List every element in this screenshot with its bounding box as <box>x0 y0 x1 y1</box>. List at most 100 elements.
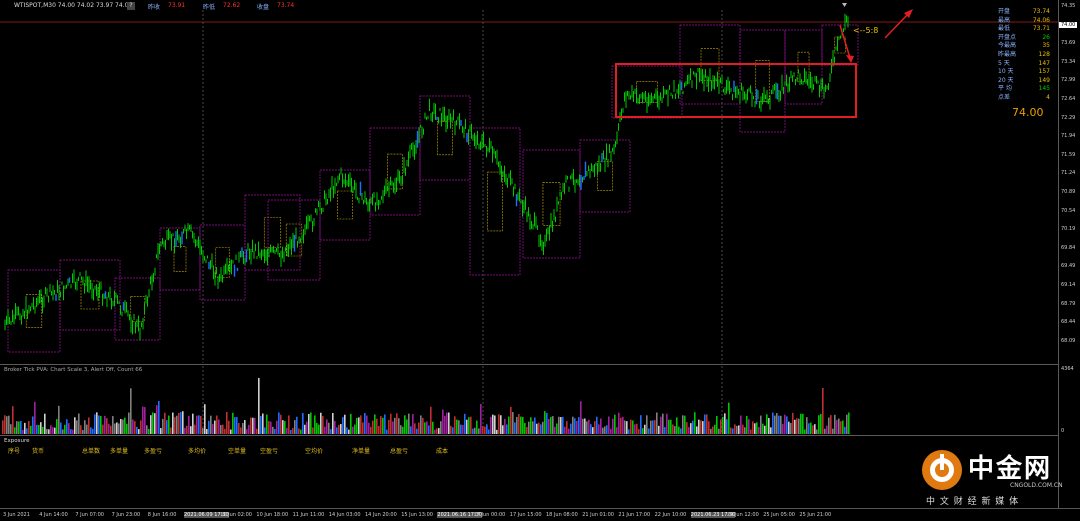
volume-bar <box>150 415 152 434</box>
indicator-axis-bottom: 0 <box>1061 428 1065 434</box>
volume-bar <box>626 421 628 434</box>
stats-label: 最高 <box>998 16 1011 24</box>
price-tick: 68.44 <box>1061 319 1076 326</box>
stats-label: 今最高 <box>998 42 1017 50</box>
volume-bar <box>402 426 404 434</box>
volume-bar <box>48 429 50 434</box>
volume-bar <box>272 426 274 434</box>
volume-bar <box>130 388 132 434</box>
volume-bar <box>496 429 498 434</box>
volume-bar <box>108 423 110 434</box>
inner-box <box>130 296 145 322</box>
volume-bar <box>688 427 690 434</box>
volume-bar <box>68 423 70 434</box>
volume-bar <box>594 421 596 434</box>
volume-bar <box>824 428 826 434</box>
volume-bar <box>234 417 236 434</box>
volume-bar <box>498 414 500 434</box>
time-label: 4 Jun 14:00 <box>39 512 68 518</box>
volume-bar <box>194 424 196 434</box>
volume-bar <box>224 428 226 434</box>
volume-bar <box>840 421 842 434</box>
volume-bar <box>192 413 194 434</box>
volume-bar <box>656 412 658 434</box>
volume-bar <box>88 417 90 434</box>
volume-bar <box>718 428 720 434</box>
volume-bar <box>514 422 516 434</box>
stats-label: 平 均 <box>998 85 1012 93</box>
time-label: 10 Jun 18:00 <box>256 512 289 518</box>
exposure-column-header: 货币 <box>32 448 45 455</box>
volume-bar <box>846 414 848 434</box>
volume-bar <box>120 418 122 434</box>
volume-bar <box>784 414 786 434</box>
volume-bar <box>140 420 142 434</box>
volume-bar <box>614 414 616 434</box>
volume-bar <box>350 413 352 434</box>
volume-bar <box>776 413 778 434</box>
volume-bar <box>336 427 338 434</box>
price-chart[interactable] <box>0 0 1058 363</box>
volume-bar <box>98 415 100 434</box>
volume-bar <box>786 416 788 434</box>
session-box <box>244 194 301 271</box>
volume-bar <box>152 412 154 434</box>
price-tick: 73.34 <box>1061 58 1076 65</box>
inner-box <box>337 190 353 220</box>
volume-bar <box>664 427 666 434</box>
volume-bar <box>476 420 478 434</box>
volume-bar <box>372 420 374 434</box>
volume-bar <box>484 426 486 434</box>
stats-value: 128 <box>1038 50 1050 58</box>
volume-bar <box>256 428 258 434</box>
volume-bar <box>168 415 170 434</box>
volume-bar <box>500 415 502 434</box>
volume-bar <box>458 420 460 434</box>
volume-bar <box>290 429 292 434</box>
volume-bar <box>746 416 748 434</box>
volume-bar <box>80 425 82 434</box>
volume-bar <box>70 429 72 434</box>
volume-bar <box>794 419 796 434</box>
volume-bar <box>128 412 130 434</box>
volume-bar <box>264 427 266 434</box>
stats-label: 开盘 <box>998 8 1011 15</box>
volume-bar <box>558 416 560 434</box>
volume-bar <box>738 425 740 434</box>
volume-bar <box>456 419 458 434</box>
cngold-logo-icon <box>922 450 962 490</box>
stats-value: 74.06 <box>1032 16 1050 24</box>
volume-bar <box>210 415 212 434</box>
volume-bar <box>244 420 246 434</box>
volume-bar <box>836 419 838 434</box>
volume-bar <box>716 415 718 434</box>
volume-bar <box>246 429 248 434</box>
session-box <box>522 149 581 259</box>
volume-bar <box>318 424 320 434</box>
volume-bar <box>136 426 138 434</box>
volume-bar <box>116 422 118 434</box>
volume-bar <box>76 420 78 434</box>
volume-bar <box>144 407 146 434</box>
price-tick: 68.79 <box>1061 300 1076 307</box>
volume-bar <box>564 426 566 434</box>
time-label: 17 Jun 00:00 <box>473 512 506 518</box>
volume-bar <box>204 404 206 434</box>
volume-bar <box>202 428 204 434</box>
session-box <box>199 224 246 301</box>
inner-box <box>487 171 503 232</box>
volume-bar <box>806 417 808 434</box>
volume-bar <box>544 411 546 434</box>
volume-bar <box>338 424 340 434</box>
volume-bar <box>314 415 316 434</box>
volume-bar <box>270 421 272 434</box>
volume-bar <box>346 427 348 434</box>
volume-bar <box>750 429 752 434</box>
volume-bar <box>448 412 450 434</box>
volume-bar <box>62 429 64 434</box>
volume-bar <box>560 417 562 434</box>
volume-bar <box>386 429 388 434</box>
volume-bar <box>238 423 240 434</box>
volume-bar <box>382 417 384 434</box>
volume-bar <box>274 428 276 434</box>
